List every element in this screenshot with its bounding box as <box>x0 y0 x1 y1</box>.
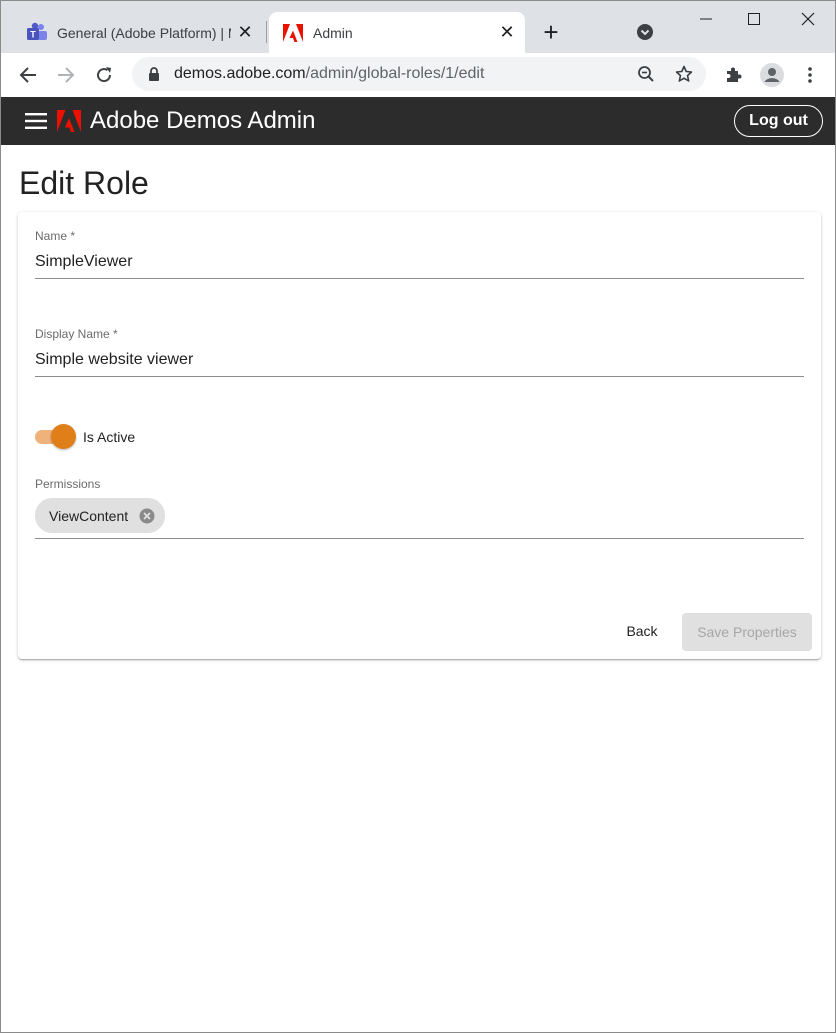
name-underline <box>35 278 804 279</box>
url-host: demos.adobe.com <box>174 65 306 82</box>
zoom-icon[interactable] <box>632 60 660 88</box>
browser-window: T General (Adobe Platform) | M ✕ Admin ✕… <box>0 0 836 1033</box>
teams-icon: T <box>25 21 49 45</box>
tab-admin[interactable]: Admin ✕ <box>269 12 525 53</box>
permission-chip[interactable]: ViewContent <box>35 498 165 533</box>
reload-icon[interactable] <box>89 60 119 90</box>
tab-search-icon[interactable] <box>631 18 659 46</box>
tab-separator <box>266 21 267 43</box>
tab-teams[interactable]: T General (Adobe Platform) | M ✕ <box>13 12 263 53</box>
close-window-icon[interactable] <box>785 5 831 33</box>
extensions-puzzle-icon[interactable] <box>718 60 748 90</box>
permissions-underline <box>35 538 804 539</box>
toggle-thumb[interactable] <box>51 424 76 449</box>
close-tab-icon[interactable]: ✕ <box>231 19 259 47</box>
new-tab-icon[interactable]: + <box>537 17 565 47</box>
permission-chip-label: ViewContent <box>49 507 129 524</box>
back-arrow-icon[interactable] <box>13 60 43 90</box>
kebab-menu-icon[interactable] <box>795 60 825 90</box>
is-active-toggle[interactable] <box>35 424 77 450</box>
name-input[interactable]: SimpleViewer <box>35 252 804 272</box>
url-text[interactable]: demos.adobe.com/admin/global-roles/1/edi… <box>174 65 632 83</box>
url-path: /admin/global-roles/1/edit <box>305 65 485 82</box>
profile-avatar-icon[interactable] <box>757 60 787 90</box>
address-bar[interactable]: demos.adobe.com/admin/global-roles/1/edi… <box>132 57 706 91</box>
remove-chip-icon[interactable] <box>138 507 156 525</box>
tab-title: General (Adobe Platform) | M <box>57 24 231 41</box>
edit-role-card: Name * SimpleViewer Display Name * Simpl… <box>18 212 821 659</box>
page-title: Edit Role <box>19 165 149 201</box>
display-name-input[interactable]: Simple website viewer <box>35 350 804 370</box>
save-properties-button[interactable]: Save Properties <box>682 613 812 651</box>
adobe-icon <box>281 21 305 45</box>
browser-toolbar: demos.adobe.com/admin/global-roles/1/edi… <box>1 53 835 97</box>
name-label: Name * <box>35 229 76 243</box>
minimize-icon[interactable] <box>683 5 729 33</box>
forward-arrow-icon[interactable] <box>51 60 81 90</box>
hamburger-menu-icon[interactable] <box>23 109 49 133</box>
permissions-label: Permissions <box>35 477 101 491</box>
display-name-label: Display Name * <box>35 327 118 341</box>
app-header: Adobe Demos Admin Log out <box>1 97 835 145</box>
app-title: Adobe Demos Admin <box>90 107 316 134</box>
back-button[interactable]: Back <box>614 613 670 649</box>
display-name-underline <box>35 376 804 377</box>
logout-button[interactable]: Log out <box>734 105 823 137</box>
is-active-label[interactable]: Is Active <box>83 428 135 446</box>
maximize-icon[interactable] <box>731 5 777 33</box>
close-tab-icon[interactable]: ✕ <box>493 19 521 47</box>
name-field[interactable]: Name * SimpleViewer <box>35 229 804 279</box>
lock-icon[interactable] <box>146 66 162 82</box>
bookmark-star-icon[interactable] <box>670 60 698 88</box>
tab-title: Admin <box>313 24 353 41</box>
display-name-field[interactable]: Display Name * Simple website viewer <box>35 327 804 377</box>
tab-strip: T General (Adobe Platform) | M ✕ Admin ✕… <box>1 1 835 53</box>
adobe-logo-icon <box>57 110 81 132</box>
svg-text:T: T <box>30 29 36 39</box>
